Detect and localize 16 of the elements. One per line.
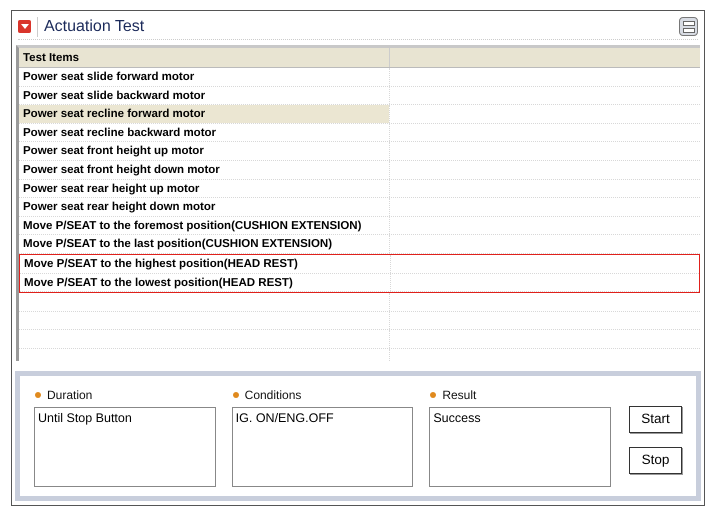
bullet-icon xyxy=(430,392,436,398)
action-button[interactable]: Stop xyxy=(629,447,682,474)
bullet-icon xyxy=(232,392,239,398)
output-field: Success xyxy=(429,407,612,487)
window-title: Actuation Test xyxy=(44,16,144,36)
field-label: Conditions xyxy=(244,387,302,404)
output-field: IG. ON/ENG.OFF xyxy=(232,407,414,487)
table-cell[interactable]: Power seat recline forward motor xyxy=(19,105,389,123)
menu-icon[interactable] xyxy=(679,17,698,36)
column-header: Test Items xyxy=(22,51,80,66)
collapse-icon[interactable] xyxy=(18,20,31,33)
bullet-icon xyxy=(35,392,41,398)
field-label: Duration xyxy=(47,387,92,404)
action-button[interactable]: Start xyxy=(629,406,682,433)
output-field: Until Stop Button xyxy=(34,407,216,487)
field-label: Result xyxy=(442,387,476,404)
